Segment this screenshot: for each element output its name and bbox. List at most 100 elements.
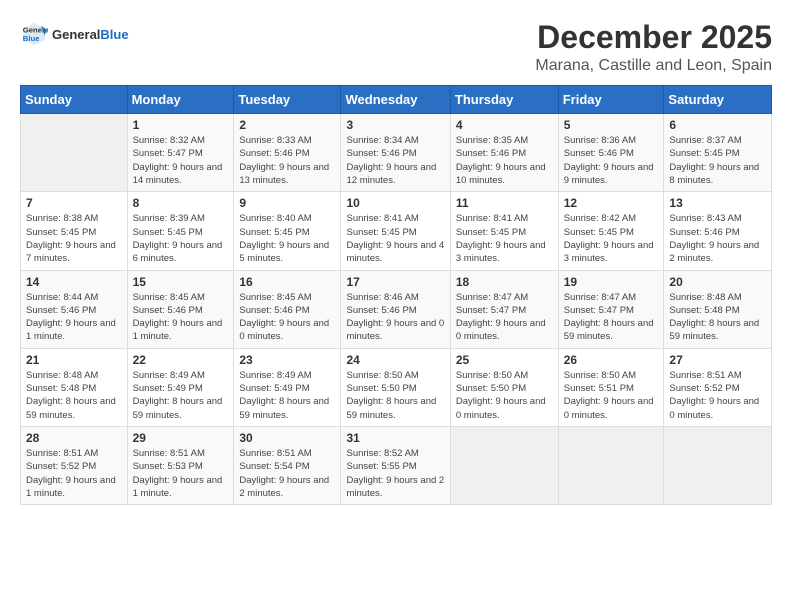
calendar-week-1: 1Sunrise: 8:32 AMSunset: 5:47 PMDaylight… xyxy=(21,114,772,192)
calendar-cell-2-3: 9Sunrise: 8:40 AMSunset: 5:45 PMDaylight… xyxy=(234,192,341,270)
day-number: 4 xyxy=(456,118,553,132)
calendar-cell-3-6: 19 Sunrise: 8:47 AMSunset: 5:47 PMDayligh… xyxy=(558,270,664,348)
day-number: 3 xyxy=(346,118,444,132)
calendar-cell-2-2: 8Sunrise: 8:39 AMSunset: 5:45 PMDaylight… xyxy=(127,192,234,270)
day-info: Sunrise: 8:43 AMSunset: 5:46 PMDaylight:… xyxy=(669,212,766,265)
day-info: Sunrise: 8:49 AMSunset: 5:49 PMDaylight:… xyxy=(239,369,335,422)
calendar-cell-3-3: 16 Sunrise: 8:45 AMSunset: 5:46 PMDayligh… xyxy=(234,270,341,348)
title-block: December 2025 Marana, Castille and Leon,… xyxy=(535,20,772,75)
day-info: Sunrise: 8:37 AMSunset: 5:45 PMDaylight:… xyxy=(669,134,766,187)
day-info: Sunrise: 8:50 AMSunset: 5:50 PMDaylight:… xyxy=(456,369,553,422)
day-info: Sunrise: 8:44 AMSunset: 5:46 PMDaylight:… xyxy=(26,291,122,344)
day-info: Sunrise: 8:48 AMSunset: 5:48 PMDaylight:… xyxy=(26,369,122,422)
calendar-cell-1-7: 6 Sunrise: 8:37 AMSunset: 5:45 PMDaylight… xyxy=(664,114,772,192)
day-number: 25 xyxy=(456,353,553,367)
weekday-header-thursday: Thursday xyxy=(450,86,558,114)
day-number: 15 xyxy=(133,275,229,289)
calendar-cell-5-4: 31Sunrise: 8:52 AMSunset: 5:55 PMDayligh… xyxy=(341,426,450,504)
day-info: Sunrise: 8:34 AMSunset: 5:46 PMDaylight:… xyxy=(346,134,444,187)
calendar-cell-5-6 xyxy=(558,426,664,504)
calendar-cell-1-5: 4 Sunrise: 8:35 AMSunset: 5:46 PMDaylight… xyxy=(450,114,558,192)
day-number: 23 xyxy=(239,353,335,367)
day-info: Sunrise: 8:51 AMSunset: 5:52 PMDaylight:… xyxy=(669,369,766,422)
calendar-week-3: 14Sunrise: 8:44 AMSunset: 5:46 PMDayligh… xyxy=(21,270,772,348)
weekday-header-friday: Friday xyxy=(558,86,664,114)
calendar-week-2: 7Sunrise: 8:38 AMSunset: 5:45 PMDaylight… xyxy=(21,192,772,270)
calendar-cell-4-3: 23 Sunrise: 8:49 AMSunset: 5:49 PMDayligh… xyxy=(234,348,341,426)
day-number: 12 xyxy=(564,196,659,210)
calendar-cell-2-6: 12 Sunrise: 8:42 AMSunset: 5:45 PMDayligh… xyxy=(558,192,664,270)
calendar-cell-5-7 xyxy=(664,426,772,504)
day-number: 30 xyxy=(239,431,335,445)
day-number: 28 xyxy=(26,431,122,445)
calendar-cell-4-5: 25 Sunrise: 8:50 AMSunset: 5:50 PMDayligh… xyxy=(450,348,558,426)
calendar-cell-1-3: 2 Sunrise: 8:33 AMSunset: 5:46 PMDaylight… xyxy=(234,114,341,192)
day-info: Sunrise: 8:49 AMSunset: 5:49 PMDaylight:… xyxy=(133,369,229,422)
calendar-cell-1-4: 3 Sunrise: 8:34 AMSunset: 5:46 PMDaylight… xyxy=(341,114,450,192)
day-number: 16 xyxy=(239,275,335,289)
day-info: Sunrise: 8:42 AMSunset: 5:45 PMDaylight:… xyxy=(564,212,659,265)
day-info: Sunrise: 8:32 AMSunset: 5:47 PMDaylight:… xyxy=(133,134,229,187)
weekday-header-monday: Monday xyxy=(127,86,234,114)
day-number: 10 xyxy=(346,196,444,210)
day-info: Sunrise: 8:51 AMSunset: 5:54 PMDaylight:… xyxy=(239,447,335,500)
day-info: Sunrise: 8:47 AMSunset: 5:47 PMDaylight:… xyxy=(456,291,553,344)
calendar-cell-5-5 xyxy=(450,426,558,504)
weekday-header-sunday: Sunday xyxy=(21,86,128,114)
day-info: Sunrise: 8:51 AMSunset: 5:53 PMDaylight:… xyxy=(133,447,229,500)
calendar-cell-4-2: 22Sunrise: 8:49 AMSunset: 5:49 PMDayligh… xyxy=(127,348,234,426)
day-number: 5 xyxy=(564,118,659,132)
calendar-cell-5-1: 28 Sunrise: 8:51 AMSunset: 5:52 PMDayligh… xyxy=(21,426,128,504)
page-header: General Blue GeneralBlue December 2025 M… xyxy=(20,20,772,75)
day-number: 26 xyxy=(564,353,659,367)
day-number: 6 xyxy=(669,118,766,132)
calendar-cell-4-7: 27 Sunrise: 8:51 AMSunset: 5:52 PMDayligh… xyxy=(664,348,772,426)
day-number: 31 xyxy=(346,431,444,445)
day-number: 19 xyxy=(564,275,659,289)
day-info: Sunrise: 8:48 AMSunset: 5:48 PMDaylight:… xyxy=(669,291,766,344)
calendar-cell-4-4: 24 Sunrise: 8:50 AMSunset: 5:50 PMDayligh… xyxy=(341,348,450,426)
day-number: 11 xyxy=(456,196,553,210)
calendar-week-5: 28 Sunrise: 8:51 AMSunset: 5:52 PMDayligh… xyxy=(21,426,772,504)
svg-text:Blue: Blue xyxy=(23,34,40,43)
calendar-cell-2-7: 13 Sunrise: 8:43 AMSunset: 5:46 PMDayligh… xyxy=(664,192,772,270)
calendar-cell-1-2: 1Sunrise: 8:32 AMSunset: 5:47 PMDaylight… xyxy=(127,114,234,192)
day-info: Sunrise: 8:35 AMSunset: 5:46 PMDaylight:… xyxy=(456,134,553,187)
calendar-cell-1-6: 5Sunrise: 8:36 AMSunset: 5:46 PMDaylight… xyxy=(558,114,664,192)
month-title: December 2025 xyxy=(535,20,772,55)
calendar-cell-2-5: 11Sunrise: 8:41 AMSunset: 5:45 PMDayligh… xyxy=(450,192,558,270)
calendar-cell-4-6: 26 Sunrise: 8:50 AMSunset: 5:51 PMDayligh… xyxy=(558,348,664,426)
day-info: Sunrise: 8:38 AMSunset: 5:45 PMDaylight:… xyxy=(26,212,122,265)
day-info: Sunrise: 8:50 AMSunset: 5:50 PMDaylight:… xyxy=(346,369,444,422)
logo-blue: Blue xyxy=(100,27,128,42)
day-number: 21 xyxy=(26,353,122,367)
calendar-cell-3-5: 18Sunrise: 8:47 AMSunset: 5:47 PMDayligh… xyxy=(450,270,558,348)
day-number: 2 xyxy=(239,118,335,132)
day-number: 8 xyxy=(133,196,229,210)
day-info: Sunrise: 8:33 AMSunset: 5:46 PMDaylight:… xyxy=(239,134,335,187)
day-info: Sunrise: 8:41 AMSunset: 5:45 PMDaylight:… xyxy=(346,212,444,265)
calendar-table: SundayMondayTuesdayWednesdayThursdayFrid… xyxy=(20,85,772,505)
calendar-cell-5-2: 29 Sunrise: 8:51 AMSunset: 5:53 PMDayligh… xyxy=(127,426,234,504)
calendar-cell-2-4: 10 Sunrise: 8:41 AMSunset: 5:45 PMDayligh… xyxy=(341,192,450,270)
calendar-cell-1-1 xyxy=(21,114,128,192)
weekday-header-tuesday: Tuesday xyxy=(234,86,341,114)
logo: General Blue GeneralBlue xyxy=(20,20,129,48)
day-number: 29 xyxy=(133,431,229,445)
day-number: 24 xyxy=(346,353,444,367)
day-number: 27 xyxy=(669,353,766,367)
day-info: Sunrise: 8:50 AMSunset: 5:51 PMDaylight:… xyxy=(564,369,659,422)
calendar-cell-3-4: 17Sunrise: 8:46 AMSunset: 5:46 PMDayligh… xyxy=(341,270,450,348)
calendar-cell-3-1: 14Sunrise: 8:44 AMSunset: 5:46 PMDayligh… xyxy=(21,270,128,348)
day-info: Sunrise: 8:47 AMSunset: 5:47 PMDaylight:… xyxy=(564,291,659,344)
calendar-cell-2-1: 7Sunrise: 8:38 AMSunset: 5:45 PMDaylight… xyxy=(21,192,128,270)
day-number: 13 xyxy=(669,196,766,210)
calendar-cell-4-1: 21 Sunrise: 8:48 AMSunset: 5:48 PMDayligh… xyxy=(21,348,128,426)
day-number: 9 xyxy=(239,196,335,210)
day-info: Sunrise: 8:45 AMSunset: 5:46 PMDaylight:… xyxy=(133,291,229,344)
logo-general: General xyxy=(52,27,100,42)
calendar-week-4: 21 Sunrise: 8:48 AMSunset: 5:48 PMDayligh… xyxy=(21,348,772,426)
day-info: Sunrise: 8:45 AMSunset: 5:46 PMDaylight:… xyxy=(239,291,335,344)
weekday-header-saturday: Saturday xyxy=(664,86,772,114)
day-info: Sunrise: 8:51 AMSunset: 5:52 PMDaylight:… xyxy=(26,447,122,500)
